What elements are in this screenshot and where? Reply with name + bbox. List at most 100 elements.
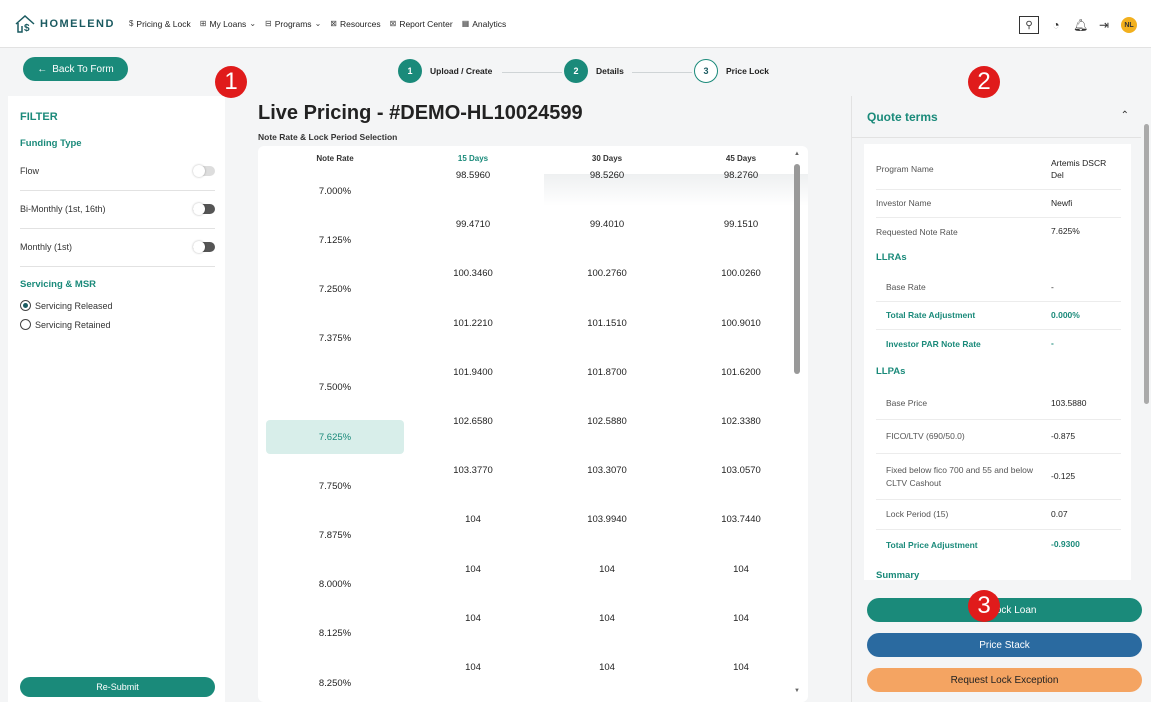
- note-rate-cell[interactable]: 7.000%: [266, 174, 404, 208]
- note-rate-cell[interactable]: 7.625%: [266, 420, 404, 454]
- price-cell[interactable]: 104: [542, 564, 672, 575]
- quote-row-investor: Investor Name Newfi: [876, 190, 1121, 218]
- price-cell[interactable]: 98.5960: [408, 170, 538, 181]
- lock-loan-button[interactable]: S ock Loan: [867, 598, 1142, 622]
- quote-title: Quote terms: [867, 110, 938, 124]
- price-cell[interactable]: 98.2760: [676, 170, 806, 181]
- price-cell[interactable]: 104: [408, 514, 538, 525]
- quote-row-base-price: Base Price 103.5880: [876, 388, 1121, 420]
- price-cell[interactable]: 103.9940: [542, 514, 672, 525]
- loans-icon: ⊞: [199, 19, 207, 28]
- price-stack-button[interactable]: Price Stack: [867, 633, 1142, 657]
- nav-right-tools: ⚲ ◔ 🔔︎ ⇥ NL: [1019, 16, 1137, 34]
- theme-icon[interactable]: ◔: [1049, 18, 1063, 32]
- nav-report-center[interactable]: ⊠ Report Center: [390, 19, 453, 29]
- top-nav: $ HOMELEND $ Pricing & Lock ⊞ My Loans ⌄…: [0, 0, 1151, 48]
- price-cell[interactable]: 104: [676, 613, 806, 624]
- avatar[interactable]: NL: [1121, 17, 1137, 33]
- price-cell[interactable]: 100.2760: [542, 268, 672, 279]
- homelend-logo[interactable]: $ HOMELEND: [14, 14, 115, 34]
- price-cell[interactable]: 102.5880: [542, 416, 672, 427]
- resubmit-button[interactable]: Re-Submit: [20, 677, 215, 697]
- price-cell[interactable]: 99.1510: [676, 219, 806, 230]
- price-cell[interactable]: 100.9010: [676, 318, 806, 329]
- quote-scrollbar[interactable]: [1144, 124, 1149, 404]
- note-rate-cell[interactable]: 7.750%: [266, 469, 404, 503]
- bimonthly-toggle[interactable]: [193, 203, 215, 215]
- request-lock-exception-button[interactable]: Request Lock Exception: [867, 668, 1142, 692]
- price-cell[interactable]: 100.0260: [676, 268, 806, 279]
- note-rate-cell[interactable]: 7.375%: [266, 322, 404, 356]
- quote-header[interactable]: Quote terms ⌃: [852, 96, 1141, 138]
- price-cell[interactable]: 104: [408, 564, 538, 575]
- price-cell[interactable]: 102.3380: [676, 416, 806, 427]
- back-to-form-button[interactable]: ← Back To Form: [23, 57, 128, 81]
- note-rate-cell[interactable]: 7.250%: [266, 272, 404, 306]
- price-cell[interactable]: 104: [676, 662, 806, 673]
- nav-my-loans[interactable]: ⊞ My Loans ⌄: [200, 19, 256, 29]
- radio-servicing-released[interactable]: Servicing Released: [20, 300, 113, 311]
- chevron-up-icon[interactable]: ⌃: [1121, 110, 1129, 121]
- price-cell[interactable]: 101.2210: [408, 318, 538, 329]
- quote-panel: Quote terms ⌃ Program Name Artemis DSCR …: [851, 96, 1151, 702]
- price-cell[interactable]: 98.5260: [542, 170, 672, 181]
- table-scrollbar[interactable]: [794, 164, 800, 374]
- nav-analytics[interactable]: ▦ Analytics: [462, 19, 507, 29]
- price-cell[interactable]: 101.6200: [676, 367, 806, 378]
- price-cell[interactable]: 104: [408, 662, 538, 673]
- report-icon: ⊠: [389, 19, 397, 28]
- quote-value: -0.875: [1051, 430, 1076, 441]
- quote-label: Investor PAR Note Rate: [886, 338, 981, 349]
- header-30-days[interactable]: 30 Days: [542, 154, 672, 163]
- quote-label: Total Rate Adjustment: [886, 310, 976, 321]
- quote-row-total-rate-adj: Total Rate Adjustment 0.000%: [876, 302, 1121, 330]
- radio-servicing-retained[interactable]: Servicing Retained: [20, 319, 111, 330]
- note-rate-cell[interactable]: 8.000%: [266, 568, 404, 602]
- step-details: 2 Details: [564, 59, 624, 83]
- nav-resources[interactable]: ⊠ Resources: [330, 19, 380, 29]
- price-cell[interactable]: 99.4710: [408, 219, 538, 230]
- quote-value: 7.625%: [1051, 226, 1080, 237]
- price-cell[interactable]: 104: [542, 662, 672, 673]
- bell-icon[interactable]: 🔔︎: [1073, 18, 1088, 32]
- radio-button[interactable]: [20, 300, 31, 311]
- step-connector: [632, 72, 692, 73]
- note-rate-cell[interactable]: 7.125%: [266, 223, 404, 257]
- quote-row-fixed-below-fico: Fixed below fico 700 and 55 and below CL…: [876, 454, 1121, 500]
- price-cell[interactable]: 103.3070: [542, 465, 672, 476]
- nav-label: Analytics: [472, 18, 507, 29]
- price-cell[interactable]: 104: [676, 564, 806, 575]
- nav-pricing-lock[interactable]: $ Pricing & Lock: [129, 19, 191, 29]
- price-cell[interactable]: 99.4010: [542, 219, 672, 230]
- monthly-toggle[interactable]: [193, 241, 215, 253]
- quote-value: Newfi: [1051, 197, 1073, 208]
- flow-toggle[interactable]: [193, 165, 215, 177]
- logout-icon[interactable]: ⇥: [1097, 18, 1111, 32]
- quote-label: FICO/LTV (690/50.0): [886, 431, 965, 442]
- price-cell[interactable]: 102.6580: [408, 416, 538, 427]
- quote-label: Program Name: [876, 164, 934, 175]
- radio-button[interactable]: [20, 319, 31, 330]
- summary-heading: Summary: [876, 570, 920, 580]
- price-cell[interactable]: 104: [408, 613, 538, 624]
- price-cell[interactable]: 103.7440: [676, 514, 806, 525]
- price-cell[interactable]: 101.8700: [542, 367, 672, 378]
- quote-label: Total Price Adjustment: [886, 539, 978, 550]
- price-cell[interactable]: 101.1510: [542, 318, 672, 329]
- price-cell[interactable]: 100.3460: [408, 268, 538, 279]
- note-rate-cell[interactable]: 7.875%: [266, 518, 404, 552]
- price-cell[interactable]: 104: [542, 613, 672, 624]
- scroll-down-icon[interactable]: ▼: [794, 688, 800, 694]
- scroll-up-icon[interactable]: ▲: [794, 151, 800, 157]
- nav-programs[interactable]: ⊟ Programs ⌄: [265, 19, 321, 29]
- search-icon[interactable]: ⚲: [1019, 16, 1039, 34]
- price-cell[interactable]: 103.3770: [408, 465, 538, 476]
- note-rate-cell[interactable]: 8.250%: [266, 666, 404, 700]
- header-15-days[interactable]: 15 Days: [408, 154, 538, 163]
- header-45-days[interactable]: 45 Days: [676, 154, 806, 163]
- note-rate-cell[interactable]: 8.125%: [266, 617, 404, 651]
- price-cell[interactable]: 103.0570: [676, 465, 806, 476]
- price-cell[interactable]: 101.9400: [408, 367, 538, 378]
- note-rate-cell[interactable]: 7.500%: [266, 371, 404, 405]
- pricing-panel: Live Pricing - #DEMO-HL10024599 Note Rat…: [228, 96, 848, 702]
